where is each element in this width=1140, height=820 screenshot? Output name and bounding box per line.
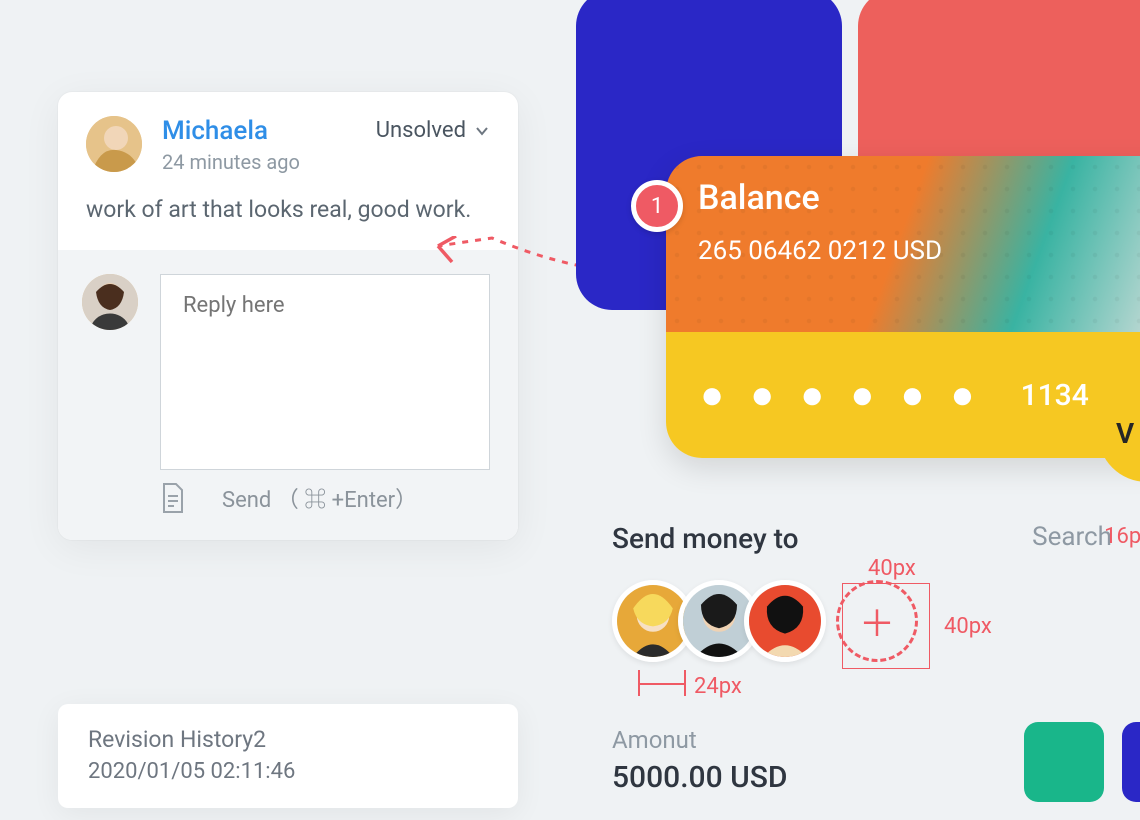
attachment-icon[interactable]: [160, 482, 186, 514]
amount-block: Amonut 5000.00 USD: [612, 726, 787, 795]
revision-history-title: Revision History2: [88, 726, 488, 753]
send-label: Send: [222, 488, 271, 513]
annotation-badge-number: 1: [651, 194, 663, 219]
annotation-caliper-24px: 24px: [638, 672, 686, 696]
reply-row: [82, 274, 490, 470]
amount-value: 5000.00 USD: [612, 760, 787, 795]
author-name[interactable]: Michaela: [162, 116, 268, 146]
balance-card[interactable]: Balance 265 06462 0212 USD ● ● ● ● ● ● 1…: [666, 156, 1140, 458]
reply-actions: Send （ ⌘ +Enter）: [82, 482, 490, 514]
card-last4: 1134: [1021, 378, 1089, 413]
revision-history-timestamp: 2020/01/05 02:11:46: [88, 759, 488, 784]
send-title: Send money to: [612, 522, 799, 555]
balance-card-bottom: ● ● ● ● ● ● 1134: [666, 332, 1140, 458]
annotation-24px-label: 24px: [694, 674, 742, 699]
comment-time: 24 minutes ago: [162, 150, 300, 174]
right-panel: Balance 265 06462 0212 USD ● ● ● ● ● ● 1…: [576, 0, 1140, 820]
annotation-40px-width: 40px: [868, 556, 916, 581]
recipient-avatar-3[interactable]: [744, 580, 826, 662]
status-label: Unsolved: [376, 118, 466, 143]
chevron-down-icon: [474, 123, 490, 139]
annotation-badge-1: 1: [631, 180, 683, 232]
color-chip-teal[interactable]: [1024, 722, 1104, 802]
color-chip-blue[interactable]: [1122, 722, 1140, 802]
comment-body: work of art that looks real, good work.: [58, 174, 518, 250]
add-recipient-button[interactable]: ＋: [836, 580, 918, 662]
status-dropdown[interactable]: Unsolved: [376, 118, 490, 143]
reply-area: Send （ ⌘ +Enter）: [58, 250, 518, 540]
balance-side-circle-letter: V: [1116, 417, 1134, 450]
send-row: Send money to Search 16px: [612, 522, 1140, 555]
author-avatar: [86, 116, 142, 172]
send-button[interactable]: Send （ ⌘ +Enter）: [222, 482, 417, 514]
amount-label: Amonut: [612, 726, 787, 754]
comment-header: Michaela 24 minutes ago Unsolved: [58, 92, 518, 174]
plus-icon: ＋: [859, 595, 895, 647]
balance-card-top: Balance 265 06462 0212 USD: [666, 156, 1140, 332]
balance-account-number: 265 06462 0212 USD: [698, 236, 1140, 266]
revision-history-card[interactable]: Revision History2 2020/01/05 02:11:46: [58, 704, 518, 808]
search-label[interactable]: Search: [1032, 522, 1112, 552]
annotation-40px-height: 40px: [944, 614, 992, 639]
recipient-avatars: ＋: [612, 580, 918, 662]
author-column: Michaela 24 minutes ago: [162, 116, 356, 174]
balance-title: Balance: [698, 178, 1140, 218]
send-shortcut: （ ⌘ +Enter）: [277, 488, 417, 513]
annotation-16px: 16px: [1104, 524, 1140, 549]
comment-card: Michaela 24 minutes ago Unsolved work of…: [58, 92, 518, 540]
current-user-avatar: [82, 274, 138, 330]
card-masked-dots: ● ● ● ● ● ●: [700, 375, 983, 415]
reply-input[interactable]: [160, 274, 490, 470]
